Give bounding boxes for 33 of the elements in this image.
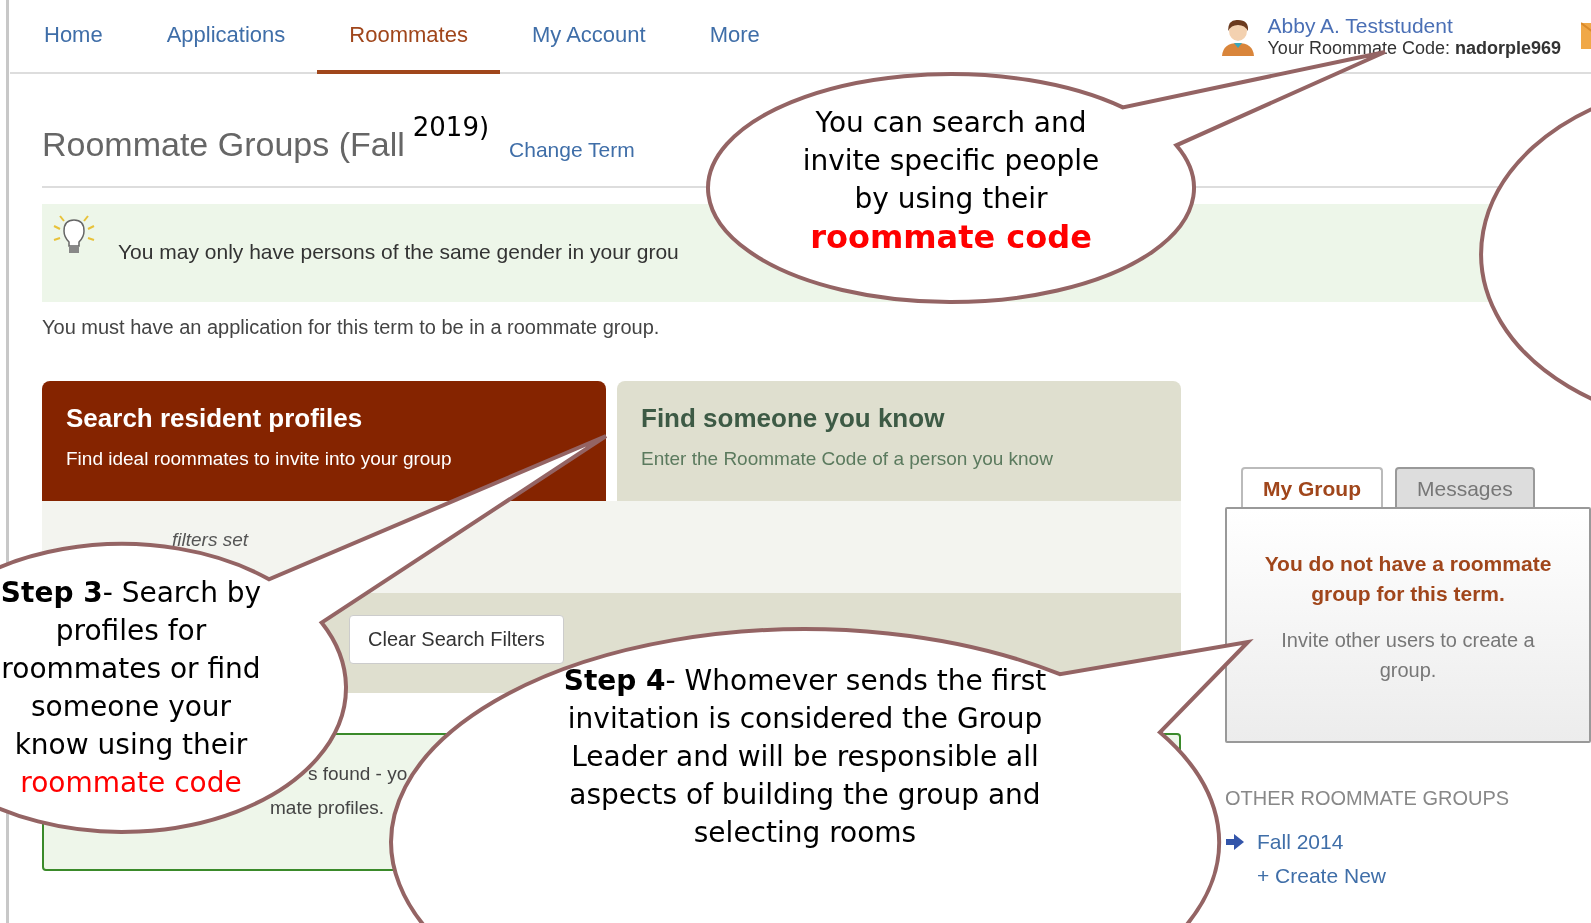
- option-card[interactable]: Search resident profiles Find ideal roommates to invite into your group: [42, 381, 606, 501]
- callout-text: Step 4- Whomever sends the first invitation is considered the Group Leader and will be responsible all aspects of building the group and selecting rooms: [562, 663, 1048, 851]
- group-status-text: Invite other users to create a group.: [1280, 628, 1536, 683]
- section-heading: OTHER ROOMMATE GROUPS: [1225, 787, 1511, 810]
- sidebar-tab[interactable]: My Group: [1241, 467, 1383, 507]
- tip-text: You may only have persons of the same gender in your grou: [118, 240, 679, 264]
- callout-text: Step 3- Search by profiles for roommates or find someone your know using their roommate code: [0, 575, 262, 801]
- change-term-link[interactable]: Change Term: [509, 138, 635, 162]
- results-text: s found - yo: [308, 763, 408, 785]
- nav-tab[interactable]: More: [677, 0, 792, 74]
- group-link[interactable]: Fall 2014: [1257, 830, 1344, 854]
- user-name-link[interactable]: Abby A. Teststudent: [1267, 13, 1561, 38]
- callout-text: You can search and invite specific people by using their roommate code: [801, 105, 1101, 258]
- option-card[interactable]: Find someone you know Enter the Roommate Code of a person you know: [617, 381, 1181, 501]
- arrow-icon: [1225, 832, 1245, 852]
- nav-tab[interactable]: Applications: [134, 0, 318, 74]
- group-status-title: You do not have a roommate group for this term.: [1263, 551, 1553, 607]
- card-title: Search resident profiles: [66, 403, 364, 434]
- create-new-link[interactable]: + Create New: [1257, 864, 1591, 888]
- year-label: 2019): [412, 112, 490, 142]
- notice-text: You must have an application for this term to be in a roommate group.: [42, 316, 661, 339]
- nav-tab[interactable]: Home: [12, 0, 135, 74]
- sidebar-tab[interactable]: Messages: [1395, 467, 1535, 507]
- card-subtitle: Enter the Roommate Code of a person you know: [641, 448, 1054, 470]
- clear-filters-button[interactable]: Clear Search Filters: [349, 615, 564, 664]
- results-text: mate profiles.: [270, 797, 385, 819]
- card-subtitle: Find ideal roommates to invite into your group: [66, 448, 453, 470]
- nav-tab[interactable]: Roommates: [317, 0, 500, 74]
- filter-status-text: filters set: [172, 529, 249, 551]
- roommate-code-text: Your Roommate Code: nadorple969: [1267, 37, 1561, 59]
- card-title: Find someone you know: [641, 403, 946, 434]
- page-title: Roommate Groups (Fall: [42, 125, 405, 164]
- nav-tab[interactable]: My Account: [499, 0, 678, 74]
